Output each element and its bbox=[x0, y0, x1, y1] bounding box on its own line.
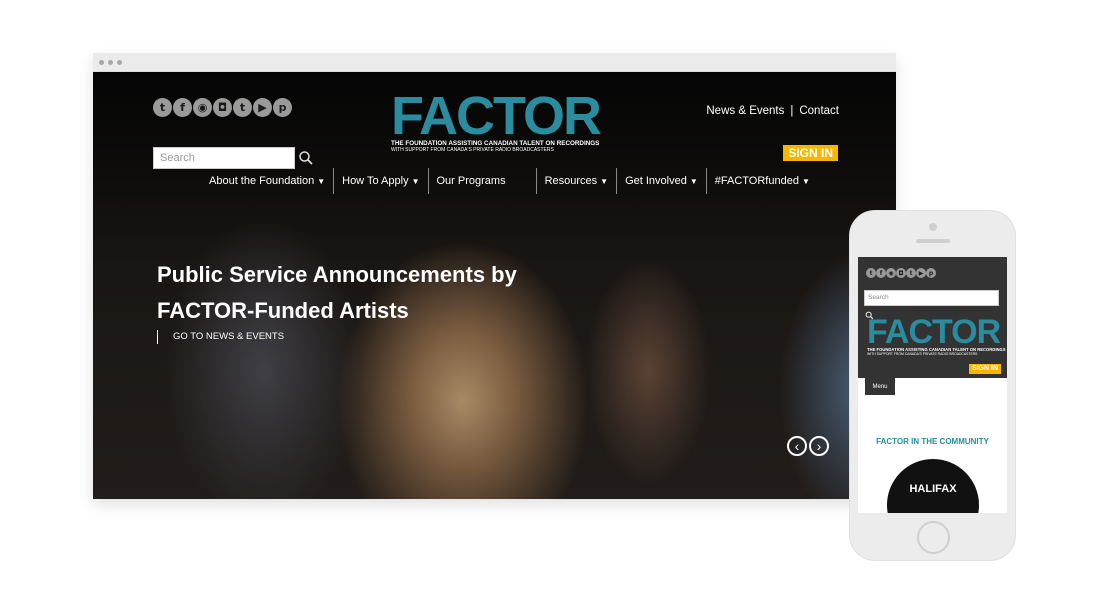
nav-label: Our Programs bbox=[436, 175, 506, 187]
youtube-icon[interactable]: ▶ bbox=[916, 268, 926, 278]
phone-screen: t f ◉ ◘ t ▶ p Search FACTOR THE FOUNDATI… bbox=[858, 257, 1007, 513]
phone-mockup: t f ◉ ◘ t ▶ p Search FACTOR THE FOUNDATI… bbox=[849, 210, 1016, 561]
twitter-icon[interactable]: t bbox=[153, 98, 172, 117]
music-icon[interactable]: ◉ bbox=[886, 268, 896, 278]
logo-wordmark: FACTOR bbox=[391, 86, 602, 146]
nav-item-about[interactable]: About the Foundation ▼ bbox=[201, 168, 335, 194]
home-button[interactable] bbox=[917, 521, 950, 554]
youtube-icon[interactable]: ▶ bbox=[253, 98, 272, 117]
hero-title-line: Public Service Announcements by bbox=[157, 262, 517, 287]
browser-title-bar bbox=[93, 53, 896, 72]
nav-label: Resources bbox=[544, 175, 598, 187]
desktop-browser-mockup: t f ◉ ◘ t ▶ p Search FACTOR THE FOUNDATI… bbox=[93, 53, 896, 499]
hero-title: Public Service Announcements by FACTOR-F… bbox=[157, 257, 537, 329]
caret-down-icon: ▼ bbox=[317, 176, 326, 186]
instagram-icon[interactable]: ◘ bbox=[213, 98, 232, 117]
news-events-link[interactable]: News & Events bbox=[706, 105, 784, 117]
prev-arrow-icon[interactable]: ‹ bbox=[787, 436, 807, 456]
pinterest-icon[interactable]: p bbox=[926, 268, 936, 278]
logo-subtagline: WITH SUPPORT FROM CANADA'S PRIVATE RADIO… bbox=[867, 352, 978, 356]
site-page: t f ◉ ◘ t ▶ p Search FACTOR THE FOUNDATI… bbox=[93, 72, 896, 499]
facebook-icon[interactable]: f bbox=[173, 98, 192, 117]
contact-link[interactable]: Contact bbox=[799, 105, 839, 117]
mobile-header: t f ◉ ◘ t ▶ p Search FACTOR THE FOUNDATI… bbox=[858, 257, 1007, 378]
window-dot bbox=[99, 60, 104, 65]
nav-item-our-programs[interactable]: Our Programs bbox=[429, 168, 537, 194]
link-separator: | bbox=[790, 105, 794, 117]
mobile-sign-in-button[interactable]: SIGN IN bbox=[968, 364, 1001, 374]
community-section-title: FACTOR IN THE COMMUNITY bbox=[876, 437, 989, 446]
search-input[interactable]: Search bbox=[153, 147, 295, 169]
search-icon[interactable] bbox=[298, 150, 314, 166]
logo-subtagline: WITH SUPPORT FROM CANADA'S PRIVATE RADIO… bbox=[391, 147, 554, 153]
social-links: t f ◉ ◘ t ▶ p bbox=[153, 98, 292, 117]
logo-wordmark: FACTOR bbox=[867, 313, 1001, 351]
speaker-icon bbox=[916, 239, 950, 243]
camera-icon bbox=[929, 223, 937, 231]
nav-label: About the Foundation bbox=[209, 175, 315, 187]
utility-links: News & Events | Contact bbox=[706, 105, 839, 117]
caret-down-icon: ▼ bbox=[600, 176, 609, 186]
caret-down-icon: ▼ bbox=[801, 176, 810, 186]
mobile-factor-logo[interactable]: FACTOR THE FOUNDATION ASSISTING CANADIAN… bbox=[867, 313, 1006, 356]
nav-item-how-to-apply[interactable]: How To Apply ▼ bbox=[334, 168, 429, 194]
nav-item-factorfunded[interactable]: #FACTORfunded ▼ bbox=[707, 168, 818, 194]
nav-label: Get Involved bbox=[625, 175, 687, 187]
nav-item-get-involved[interactable]: Get Involved ▼ bbox=[617, 168, 707, 194]
sign-in-button[interactable]: SIGN IN bbox=[783, 145, 838, 161]
mobile-social-links: t f ◉ ◘ t ▶ p bbox=[866, 268, 936, 278]
slider-controls: ‹ › bbox=[787, 436, 829, 456]
nav-item-resources[interactable]: Resources ▼ bbox=[537, 168, 618, 194]
next-arrow-icon[interactable]: › bbox=[809, 436, 829, 456]
window-dot bbox=[117, 60, 122, 65]
halifax-pop-badge[interactable]: HALIFAX bbox=[887, 459, 979, 513]
logo-tagline: THE FOUNDATION ASSISTING CANADIAN TALENT… bbox=[391, 140, 600, 147]
tumblr-icon[interactable]: t bbox=[233, 98, 252, 117]
nav-label: #FACTORfunded bbox=[714, 175, 799, 187]
mobile-search-input[interactable]: Search bbox=[864, 290, 999, 306]
music-icon[interactable]: ◉ bbox=[193, 98, 212, 117]
mobile-menu-button[interactable]: Menu bbox=[865, 378, 895, 395]
hero-title-line: FACTOR-Funded Artists bbox=[157, 298, 409, 323]
caret-down-icon: ▼ bbox=[689, 176, 698, 186]
go-to-news-link[interactable]: GO TO NEWS & EVENTS bbox=[157, 330, 284, 344]
facebook-icon[interactable]: f bbox=[876, 268, 886, 278]
tumblr-icon[interactable]: t bbox=[906, 268, 916, 278]
nav-label: How To Apply bbox=[342, 175, 409, 187]
factor-logo[interactable]: FACTOR THE FOUNDATION ASSISTING CANADIAN… bbox=[391, 86, 602, 153]
pinterest-icon[interactable]: p bbox=[273, 98, 292, 117]
instagram-icon[interactable]: ◘ bbox=[896, 268, 906, 278]
caret-down-icon: ▼ bbox=[411, 176, 420, 186]
main-nav: About the Foundation ▼ How To Apply ▼ Ou… bbox=[201, 168, 818, 194]
twitter-icon[interactable]: t bbox=[866, 268, 876, 278]
window-dot bbox=[108, 60, 113, 65]
